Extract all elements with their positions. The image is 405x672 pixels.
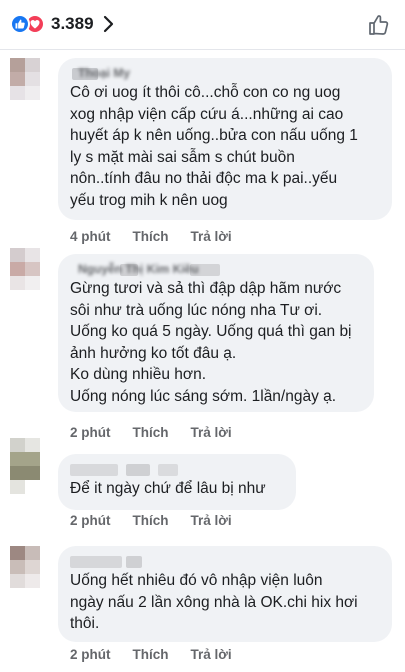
comment-bubble: Uống hết nhiêu đó vô nhập viện luôn ngày… <box>58 546 392 642</box>
like-thumb-icon[interactable] <box>367 13 391 37</box>
comment-text: Uống hết nhiêu đó vô nhập viện luôn ngày… <box>70 572 358 632</box>
like-button[interactable]: Thích <box>133 425 169 440</box>
reply-button[interactable]: Trả lời <box>191 425 232 440</box>
comment-actions: 2 phút Thích Trả lời <box>70 425 254 440</box>
avatar[interactable] <box>10 58 40 114</box>
comment-actions: 2 phút Thích Trả lời <box>70 513 254 528</box>
reactions-bar: 3.389 <box>0 0 405 50</box>
avatar[interactable] <box>10 248 40 304</box>
comment-timestamp: 2 phút <box>70 647 111 662</box>
comment-bubble: Thoại My Cô ơi uog ít thôi cô...chỗ con … <box>58 58 392 220</box>
reply-button[interactable]: Trả lời <box>191 647 232 662</box>
reply-button[interactable]: Trả lời <box>191 513 232 528</box>
comment-author[interactable]: Thoại My <box>70 66 380 80</box>
comment-timestamp: 2 phút <box>70 425 111 440</box>
comment-bubble: Nguyễn Thị Kim Kiều Gừng tươi và sả thì … <box>58 254 374 412</box>
comment-timestamp: 4 phút <box>70 229 111 244</box>
reply-button[interactable]: Trả lời <box>191 229 232 244</box>
comment-timestamp: 2 phút <box>70 513 111 528</box>
comment-bubble: Để it ngày chứ để lâu bị như <box>58 454 296 510</box>
comment-author[interactable] <box>70 462 284 476</box>
like-reaction-icon <box>10 14 30 34</box>
reaction-count: 3.389 <box>51 14 94 33</box>
comment-actions: 2 phút Thích Trả lời <box>70 647 254 662</box>
avatar[interactable] <box>10 546 40 602</box>
reaction-summary[interactable]: 3.389 <box>10 14 114 34</box>
chevron-right-icon <box>103 15 113 33</box>
comment-author[interactable] <box>70 554 380 568</box>
comment-text: Để it ngày chứ để lâu bị như <box>70 480 266 497</box>
comment-actions: 4 phút Thích Trả lời <box>70 229 254 244</box>
like-button[interactable]: Thích <box>133 229 169 244</box>
comment-author[interactable]: Nguyễn Thị Kim Kiều <box>70 262 362 276</box>
comment-text: Cô ơi uog ít thôi cô...chỗ con co ng uog… <box>70 84 358 209</box>
avatar[interactable] <box>10 438 40 494</box>
like-button[interactable]: Thích <box>133 513 169 528</box>
like-button[interactable]: Thích <box>133 647 169 662</box>
comment-text: Gừng tươi và sả thì đập dập hãm nước sôi… <box>70 280 352 405</box>
